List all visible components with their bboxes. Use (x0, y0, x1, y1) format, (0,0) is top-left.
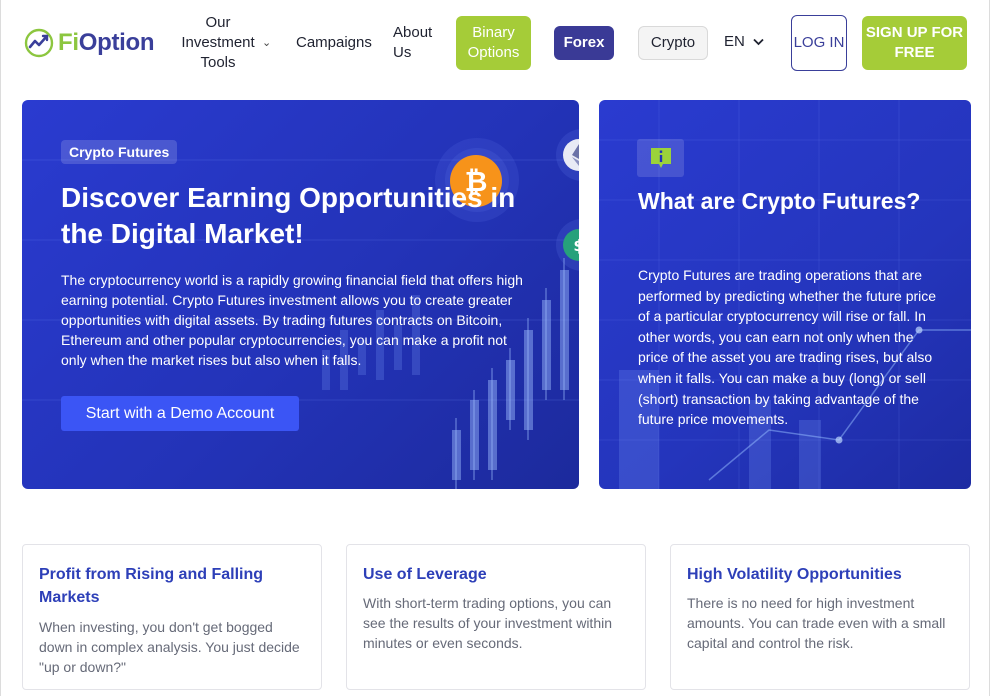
hero-description: The cryptocurrency world is a rapidly gr… (61, 272, 523, 368)
info-title: What are Crypto Futures? (638, 188, 921, 214)
login-button[interactable]: LOG IN (791, 15, 847, 71)
hero-title: Discover Earning Opportunities in the Di… (61, 182, 516, 249)
nav-campaigns[interactable]: Campaigns (296, 33, 372, 53)
feature-text: There is no need for high investment amo… (687, 595, 946, 651)
feature-text: With short-term trading options, you can… (363, 595, 613, 651)
info-icon-container (637, 139, 684, 177)
info-card: What are Crypto Futures? Crypto Futures … (599, 100, 971, 489)
hero-card: ₿ $ Crypto Futures Discover Earning Oppo… (22, 100, 579, 489)
hero-content: Crypto Futures Discover Earning Opportun… (22, 100, 579, 489)
forex-button[interactable]: Forex (554, 26, 614, 60)
language-selector[interactable]: EN (724, 33, 764, 50)
feature-title: Profit from Rising and Falling Markets (39, 566, 263, 606)
feature-text: When investing, you don't get bogged dow… (39, 619, 300, 675)
binary-options-button[interactable]: Binary Options (456, 16, 531, 70)
feature-card: Profit from Rising and Falling Markets W… (22, 544, 322, 690)
feature-title: High Volatility Opportunities (687, 566, 902, 583)
feature-title: Use of Leverage (363, 566, 487, 583)
feature-card: High Volatility Opportunities There is n… (670, 544, 970, 690)
demo-account-button[interactable]: Start with a Demo Account (61, 396, 299, 431)
signup-button[interactable]: SIGN UP FOR FREE (862, 16, 967, 70)
brand-name-option: Option (78, 29, 155, 56)
nav-about-us[interactable]: About Us (393, 23, 441, 63)
growth-chart-icon (24, 28, 54, 58)
site-header: FiOption Our Investment Tools ⌄ Campaign… (0, 0, 990, 88)
hero-badge: Crypto Futures (61, 140, 178, 164)
crypto-button[interactable]: Crypto (638, 26, 708, 60)
info-description: Crypto Futures are trading operations th… (638, 267, 937, 428)
brand-name-fi: Fi (58, 29, 79, 56)
info-content: What are Crypto Futures? Crypto Futures … (599, 100, 971, 489)
nav-investment-tools[interactable]: Our Investment Tools (180, 13, 256, 73)
brand-name: FiOption (58, 29, 155, 57)
brand-logo[interactable]: FiOption (24, 28, 155, 58)
feature-card: Use of Leverage With short-term trading … (346, 544, 646, 690)
language-label: EN (724, 33, 745, 50)
chevron-down-icon[interactable]: ⌄ (262, 36, 271, 49)
chevron-down-icon (753, 38, 764, 45)
info-icon (650, 148, 671, 168)
